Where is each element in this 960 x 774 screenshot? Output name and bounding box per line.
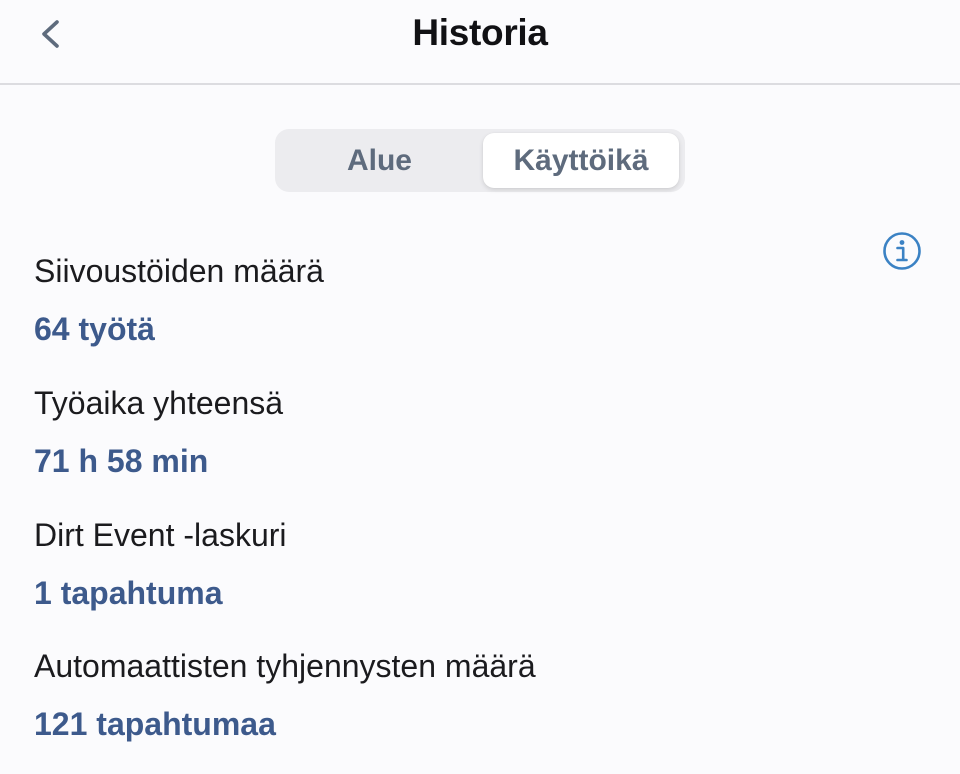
tab-kayttoika[interactable]: Käyttöikä [483, 133, 679, 188]
stat-total-work-time: Työaika yhteensä 71 h 58 min [34, 383, 834, 481]
stat-value: 64 työtä [34, 311, 155, 347]
info-button[interactable] [882, 231, 922, 271]
stat-dirt-event-counter: Dirt Event -laskuri 1 tapahtuma [34, 515, 834, 613]
stat-value: 1 tapahtuma [34, 575, 223, 611]
stat-label: Siivoustöiden määrä [34, 253, 324, 289]
stat-value: 121 tapahtumaa [34, 706, 276, 742]
page-title: Historia [412, 12, 548, 53]
info-circle-icon [882, 231, 922, 271]
stat-label: Automaattisten tyhjennysten määrä [34, 648, 536, 684]
stat-cleaning-jobs: Siivoustöiden määrä 64 työtä [34, 251, 834, 349]
tab-alue[interactable]: Alue [279, 133, 480, 188]
stat-value: 71 h 58 min [34, 443, 209, 479]
stat-auto-empty-count: Automaattisten tyhjennysten määrä 121 ta… [34, 646, 834, 744]
stat-label: Dirt Event -laskuri [34, 517, 287, 553]
stat-label: Työaika yhteensä [34, 385, 284, 421]
history-screen: Historia Alue Käyttöikä Siivoustöiden mä… [0, 0, 960, 774]
header: Historia [0, 0, 960, 85]
segmented-control: Alue Käyttöikä [275, 129, 685, 192]
